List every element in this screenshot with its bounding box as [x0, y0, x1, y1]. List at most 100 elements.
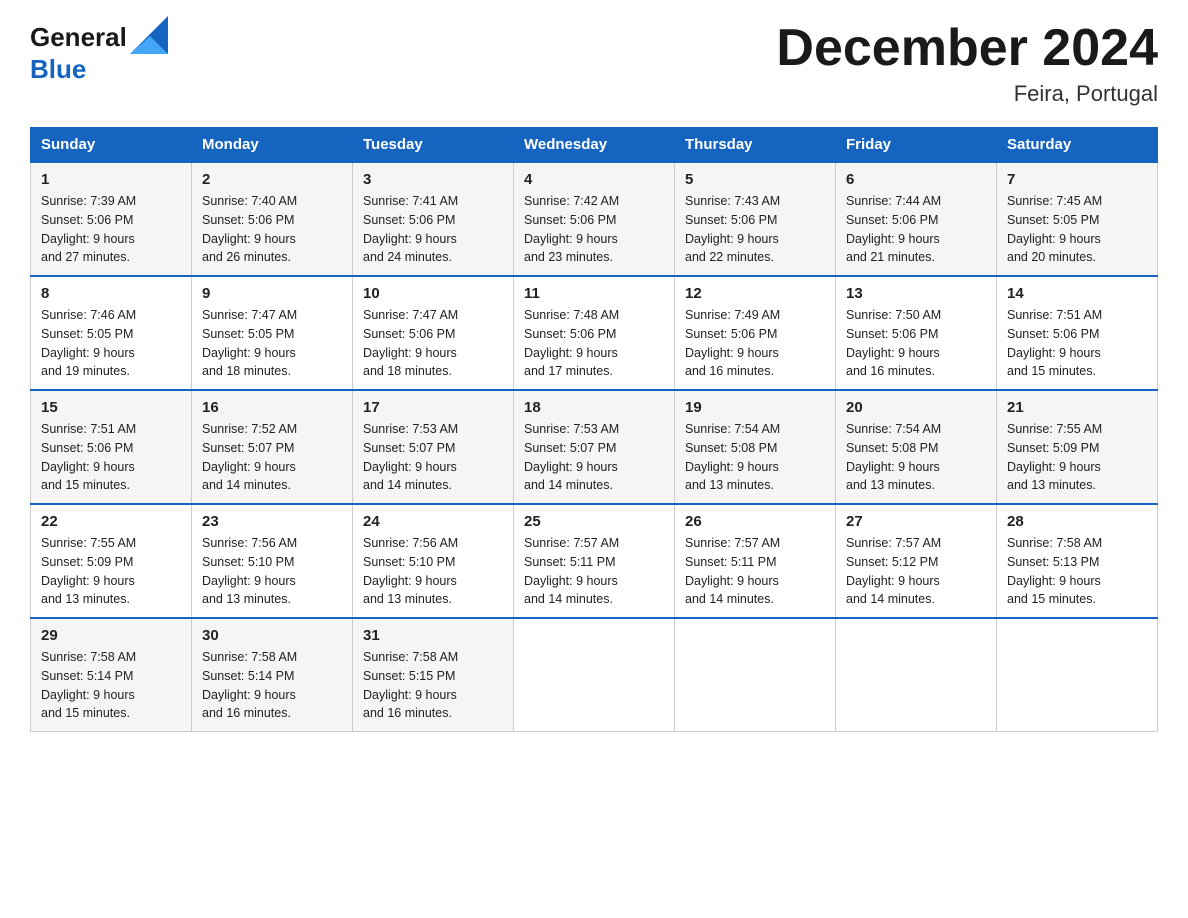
day-number: 9: [202, 285, 342, 302]
calendar-header-row: SundayMondayTuesdayWednesdayThursdayFrid…: [31, 128, 1158, 163]
calendar-cell: 24 Sunrise: 7:56 AM Sunset: 5:10 PM Dayl…: [353, 504, 514, 618]
calendar-cell: 4 Sunrise: 7:42 AM Sunset: 5:06 PM Dayli…: [514, 162, 675, 276]
day-number: 22: [41, 513, 181, 530]
calendar-cell: 3 Sunrise: 7:41 AM Sunset: 5:06 PM Dayli…: [353, 162, 514, 276]
week-row-1: 1 Sunrise: 7:39 AM Sunset: 5:06 PM Dayli…: [31, 162, 1158, 276]
page-header: General Blue December 2024 Feira, Portug…: [30, 20, 1158, 107]
calendar-cell: [836, 618, 997, 732]
day-info: Sunrise: 7:43 AM Sunset: 5:06 PM Dayligh…: [685, 192, 825, 267]
day-number: 19: [685, 399, 825, 416]
day-number: 26: [685, 513, 825, 530]
day-number: 15: [41, 399, 181, 416]
day-number: 4: [524, 171, 664, 188]
calendar-cell: 12 Sunrise: 7:49 AM Sunset: 5:06 PM Dayl…: [675, 276, 836, 390]
header-saturday: Saturday: [997, 128, 1158, 163]
day-number: 10: [363, 285, 503, 302]
day-number: 2: [202, 171, 342, 188]
header-wednesday: Wednesday: [514, 128, 675, 163]
day-info: Sunrise: 7:47 AM Sunset: 5:05 PM Dayligh…: [202, 306, 342, 381]
day-number: 30: [202, 627, 342, 644]
calendar-cell: 1 Sunrise: 7:39 AM Sunset: 5:06 PM Dayli…: [31, 162, 192, 276]
day-number: 20: [846, 399, 986, 416]
day-info: Sunrise: 7:54 AM Sunset: 5:08 PM Dayligh…: [846, 420, 986, 495]
calendar-cell: 29 Sunrise: 7:58 AM Sunset: 5:14 PM Dayl…: [31, 618, 192, 732]
day-info: Sunrise: 7:51 AM Sunset: 5:06 PM Dayligh…: [41, 420, 181, 495]
day-info: Sunrise: 7:58 AM Sunset: 5:15 PM Dayligh…: [363, 648, 503, 723]
day-info: Sunrise: 7:52 AM Sunset: 5:07 PM Dayligh…: [202, 420, 342, 495]
day-info: Sunrise: 7:57 AM Sunset: 5:12 PM Dayligh…: [846, 534, 986, 609]
day-info: Sunrise: 7:50 AM Sunset: 5:06 PM Dayligh…: [846, 306, 986, 381]
day-number: 13: [846, 285, 986, 302]
day-number: 24: [363, 513, 503, 530]
calendar-cell: 11 Sunrise: 7:48 AM Sunset: 5:06 PM Dayl…: [514, 276, 675, 390]
day-number: 23: [202, 513, 342, 530]
day-info: Sunrise: 7:47 AM Sunset: 5:06 PM Dayligh…: [363, 306, 503, 381]
day-info: Sunrise: 7:57 AM Sunset: 5:11 PM Dayligh…: [524, 534, 664, 609]
calendar-cell: 15 Sunrise: 7:51 AM Sunset: 5:06 PM Dayl…: [31, 390, 192, 504]
day-number: 5: [685, 171, 825, 188]
calendar-cell: 5 Sunrise: 7:43 AM Sunset: 5:06 PM Dayli…: [675, 162, 836, 276]
day-info: Sunrise: 7:48 AM Sunset: 5:06 PM Dayligh…: [524, 306, 664, 381]
day-number: 29: [41, 627, 181, 644]
day-info: Sunrise: 7:49 AM Sunset: 5:06 PM Dayligh…: [685, 306, 825, 381]
header-monday: Monday: [192, 128, 353, 163]
calendar-cell: 27 Sunrise: 7:57 AM Sunset: 5:12 PM Dayl…: [836, 504, 997, 618]
calendar-cell: 6 Sunrise: 7:44 AM Sunset: 5:06 PM Dayli…: [836, 162, 997, 276]
calendar-cell: 19 Sunrise: 7:54 AM Sunset: 5:08 PM Dayl…: [675, 390, 836, 504]
logo-icon: [130, 16, 168, 54]
day-number: 7: [1007, 171, 1147, 188]
calendar-cell: 23 Sunrise: 7:56 AM Sunset: 5:10 PM Dayl…: [192, 504, 353, 618]
day-number: 3: [363, 171, 503, 188]
day-number: 11: [524, 285, 664, 302]
day-info: Sunrise: 7:40 AM Sunset: 5:06 PM Dayligh…: [202, 192, 342, 267]
day-number: 8: [41, 285, 181, 302]
day-info: Sunrise: 7:44 AM Sunset: 5:06 PM Dayligh…: [846, 192, 986, 267]
header-sunday: Sunday: [31, 128, 192, 163]
calendar-cell: 8 Sunrise: 7:46 AM Sunset: 5:05 PM Dayli…: [31, 276, 192, 390]
logo-general-text: General: [30, 22, 127, 53]
day-number: 27: [846, 513, 986, 530]
day-info: Sunrise: 7:39 AM Sunset: 5:06 PM Dayligh…: [41, 192, 181, 267]
day-info: Sunrise: 7:58 AM Sunset: 5:13 PM Dayligh…: [1007, 534, 1147, 609]
calendar-cell: 16 Sunrise: 7:52 AM Sunset: 5:07 PM Dayl…: [192, 390, 353, 504]
day-number: 18: [524, 399, 664, 416]
day-number: 21: [1007, 399, 1147, 416]
calendar-cell: 14 Sunrise: 7:51 AM Sunset: 5:06 PM Dayl…: [997, 276, 1158, 390]
week-row-4: 22 Sunrise: 7:55 AM Sunset: 5:09 PM Dayl…: [31, 504, 1158, 618]
day-info: Sunrise: 7:41 AM Sunset: 5:06 PM Dayligh…: [363, 192, 503, 267]
day-info: Sunrise: 7:53 AM Sunset: 5:07 PM Dayligh…: [363, 420, 503, 495]
day-number: 1: [41, 171, 181, 188]
calendar-cell: 10 Sunrise: 7:47 AM Sunset: 5:06 PM Dayl…: [353, 276, 514, 390]
calendar-cell: 26 Sunrise: 7:57 AM Sunset: 5:11 PM Dayl…: [675, 504, 836, 618]
header-thursday: Thursday: [675, 128, 836, 163]
day-info: Sunrise: 7:58 AM Sunset: 5:14 PM Dayligh…: [202, 648, 342, 723]
day-info: Sunrise: 7:55 AM Sunset: 5:09 PM Dayligh…: [41, 534, 181, 609]
day-number: 14: [1007, 285, 1147, 302]
calendar-cell: 22 Sunrise: 7:55 AM Sunset: 5:09 PM Dayl…: [31, 504, 192, 618]
calendar-cell: 18 Sunrise: 7:53 AM Sunset: 5:07 PM Dayl…: [514, 390, 675, 504]
title-area: December 2024 Feira, Portugal: [776, 20, 1158, 107]
week-row-5: 29 Sunrise: 7:58 AM Sunset: 5:14 PM Dayl…: [31, 618, 1158, 732]
calendar-cell: 30 Sunrise: 7:58 AM Sunset: 5:14 PM Dayl…: [192, 618, 353, 732]
day-number: 12: [685, 285, 825, 302]
header-tuesday: Tuesday: [353, 128, 514, 163]
day-info: Sunrise: 7:51 AM Sunset: 5:06 PM Dayligh…: [1007, 306, 1147, 381]
calendar-cell: 25 Sunrise: 7:57 AM Sunset: 5:11 PM Dayl…: [514, 504, 675, 618]
day-number: 31: [363, 627, 503, 644]
day-number: 17: [363, 399, 503, 416]
day-number: 16: [202, 399, 342, 416]
calendar-cell: 31 Sunrise: 7:58 AM Sunset: 5:15 PM Dayl…: [353, 618, 514, 732]
logo: General Blue: [30, 20, 168, 85]
calendar-table: SundayMondayTuesdayWednesdayThursdayFrid…: [30, 127, 1158, 732]
calendar-cell: 17 Sunrise: 7:53 AM Sunset: 5:07 PM Dayl…: [353, 390, 514, 504]
logo-blue-text: Blue: [30, 54, 86, 84]
day-info: Sunrise: 7:42 AM Sunset: 5:06 PM Dayligh…: [524, 192, 664, 267]
day-info: Sunrise: 7:56 AM Sunset: 5:10 PM Dayligh…: [202, 534, 342, 609]
day-number: 28: [1007, 513, 1147, 530]
day-info: Sunrise: 7:55 AM Sunset: 5:09 PM Dayligh…: [1007, 420, 1147, 495]
day-info: Sunrise: 7:45 AM Sunset: 5:05 PM Dayligh…: [1007, 192, 1147, 267]
calendar-cell: 28 Sunrise: 7:58 AM Sunset: 5:13 PM Dayl…: [997, 504, 1158, 618]
location: Feira, Portugal: [776, 81, 1158, 107]
header-friday: Friday: [836, 128, 997, 163]
calendar-body: 1 Sunrise: 7:39 AM Sunset: 5:06 PM Dayli…: [31, 162, 1158, 732]
